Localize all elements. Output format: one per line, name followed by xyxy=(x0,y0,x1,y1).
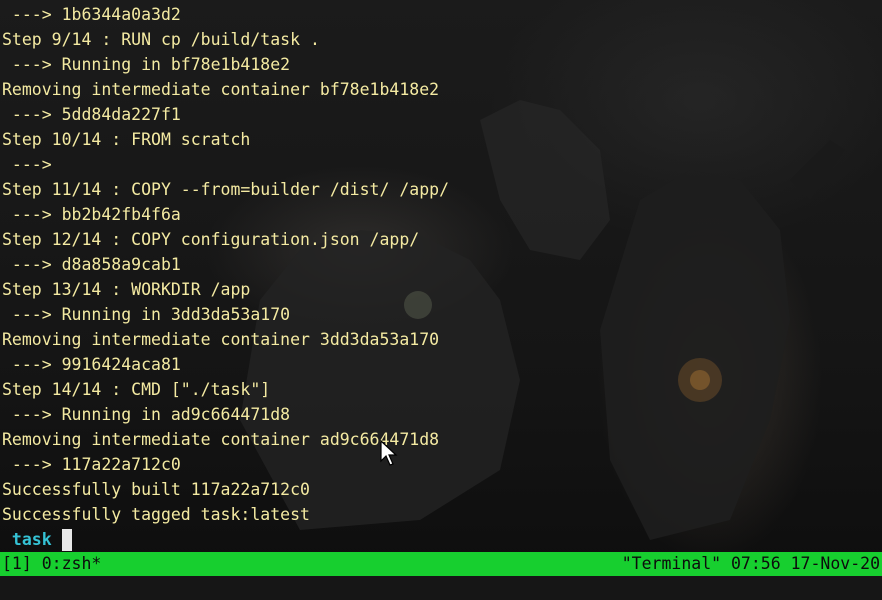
status-info: "Terminal" 07:56 17-Nov-20 xyxy=(621,554,880,573)
command-prompt[interactable]: task xyxy=(2,527,72,552)
tmux-status-bar: [1] 0:zsh* "Terminal" 07:56 17-Nov-20 xyxy=(0,552,882,576)
terminal-window[interactable]: ---> 1b6344a0a3d2 Step 9/14 : RUN cp /bu… xyxy=(0,0,882,600)
output-line: Removing intermediate container bf78e1b4… xyxy=(2,80,440,99)
text-cursor-icon[interactable] xyxy=(61,528,72,551)
bottom-margin xyxy=(0,576,882,600)
output-line: Step 12/14 : COPY configuration.json /ap… xyxy=(2,230,420,249)
output-line: Successfully tagged task:latest xyxy=(2,505,310,524)
output-line: ---> 5dd84da227f1 xyxy=(2,105,181,124)
output-line: ---> d8a858a9cab1 xyxy=(2,255,181,274)
output-line: Step 11/14 : COPY --from=builder /dist/ … xyxy=(2,180,450,199)
output-line: ---> Running in 3dd3da53a170 xyxy=(2,305,291,324)
output-line: Step 10/14 : FROM scratch xyxy=(2,130,251,149)
mouse-pointer-icon xyxy=(380,440,398,466)
output-line: Step 13/14 : WORKDIR /app xyxy=(2,280,251,299)
output-line: ---> 1b6344a0a3d2 xyxy=(2,5,181,24)
window-list[interactable]: [1] 0:zsh* xyxy=(2,552,101,576)
output-line: ---> bb2b42fb4f6a xyxy=(2,205,181,224)
output-line: Step 9/14 : RUN cp /build/task . xyxy=(2,30,320,49)
output-line: Step 14/14 : CMD ["./task"] xyxy=(2,380,271,399)
output-line: Removing intermediate container 3dd3da53… xyxy=(2,330,440,349)
output-line: ---> Running in ad9c664471d8 xyxy=(2,405,291,424)
output-line: ---> xyxy=(2,155,52,174)
prompt-label: task xyxy=(2,530,52,549)
output-line: ---> Running in bf78e1b418e2 xyxy=(2,55,291,74)
output-line: ---> 9916424aca81 xyxy=(2,355,181,374)
output-line: Successfully built 117a22a712c0 xyxy=(2,480,310,499)
